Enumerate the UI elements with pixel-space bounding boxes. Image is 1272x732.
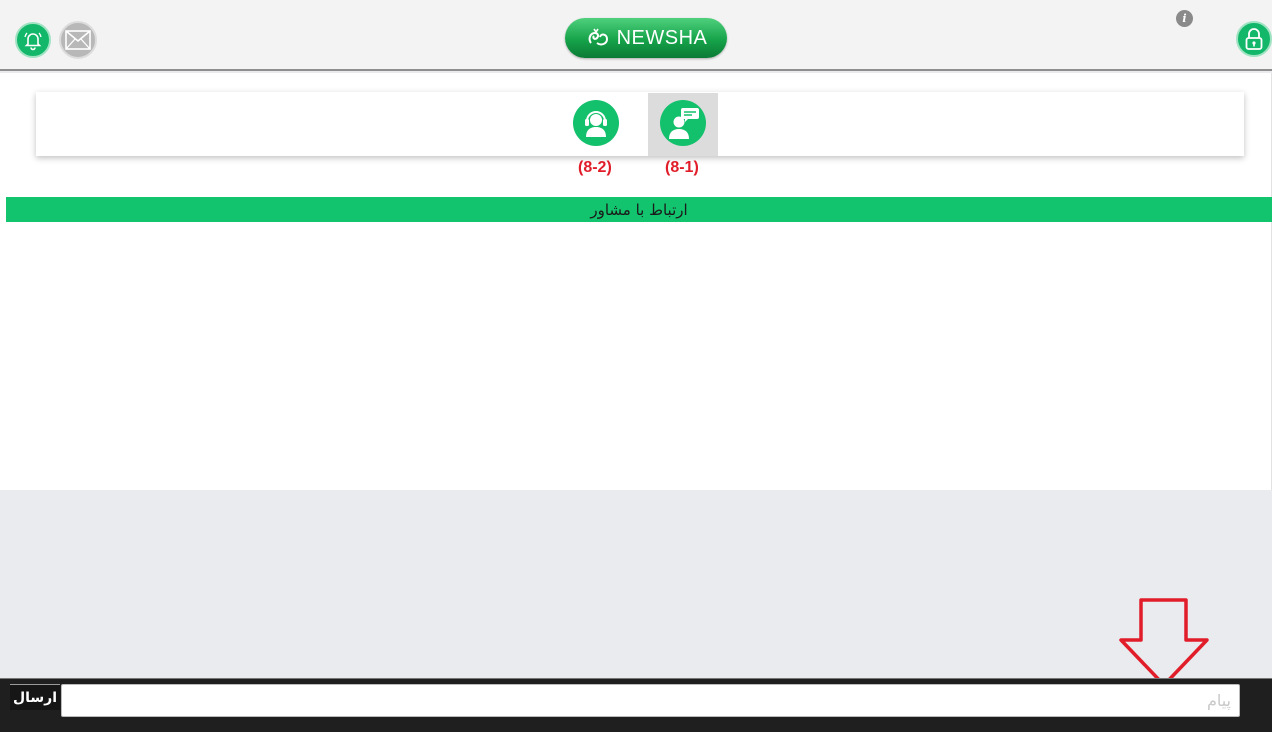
bell-icon <box>24 32 42 51</box>
chat-user-icon <box>660 100 706 146</box>
headset-support-icon <box>573 100 619 146</box>
newsha-emblem-icon <box>588 28 608 46</box>
info-icon: i <box>1182 12 1187 25</box>
info-button[interactable]: i <box>1176 10 1193 27</box>
tab-chat[interactable] <box>648 93 718 156</box>
logo-text: NEWSHA <box>616 26 708 49</box>
tab-support[interactable] <box>561 93 631 156</box>
consultant-title: ارتباط با مشاور <box>590 200 688 219</box>
message-input[interactable] <box>61 684 1240 717</box>
envelope-icon <box>65 30 91 50</box>
tab-support-code: (8-2) <box>578 159 612 176</box>
lock-button[interactable] <box>1236 21 1272 57</box>
messages-button[interactable] <box>59 21 97 59</box>
tabs-panel <box>36 92 1244 156</box>
send-button[interactable]: ارسال <box>10 684 60 710</box>
down-arrow-icon <box>1118 598 1210 690</box>
notifications-button[interactable] <box>15 22 51 58</box>
tab-chat-code: (8-1) <box>665 159 699 176</box>
consultant-header: ارتباط با مشاور <box>6 197 1272 222</box>
lock-icon <box>1245 28 1263 50</box>
newsha-logo[interactable]: NEWSHA <box>565 18 727 58</box>
